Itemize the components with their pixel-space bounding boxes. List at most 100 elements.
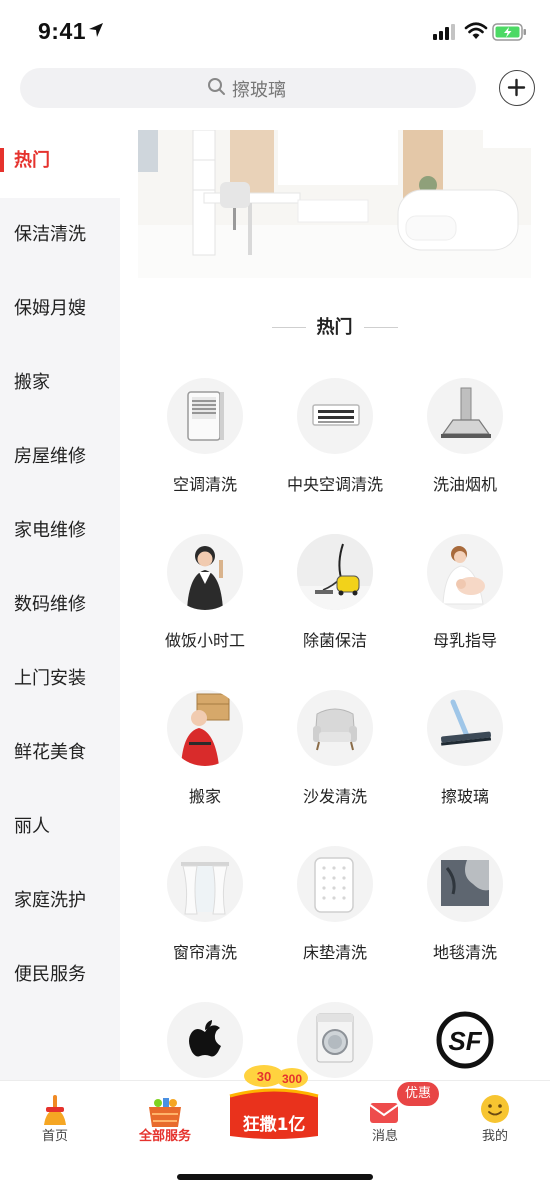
sidebar-item-label: 便民服务 (14, 964, 86, 985)
service-name: 沙发清洗 (302, 787, 367, 806)
service-cooking-helper[interactable]: 做饭小时工 (140, 534, 270, 664)
sidebar-item-appliance-repair[interactable]: 家电维修 (0, 494, 120, 568)
status-bar: 9:41 (0, 0, 550, 64)
sidebar-item-label: 丽人 (14, 816, 50, 837)
tab-all-services[interactable]: 全部服务 (110, 1081, 220, 1161)
offer-badge: 优惠 (397, 1082, 439, 1106)
search-bar[interactable]: 擦玻璃 (20, 68, 476, 108)
tab-label: 全部服务 (138, 1129, 191, 1144)
sidebar-item-house-repair[interactable]: 房屋维修 (0, 420, 120, 494)
promo-amount-30: 30 (257, 1069, 271, 1084)
service-window-cleaning[interactable]: 擦玻璃 (400, 690, 530, 820)
category-sidebar: 热门 保洁清洗 保姆月嫂 搬家 房屋维修 家电维修 数码维修 上门安装 鲜花美食… (0, 124, 120, 1080)
service-carpet-cleaning[interactable]: 地毯清洗 (400, 846, 530, 976)
service-curtain-cleaning[interactable]: 窗帘清洗 (140, 846, 270, 976)
service-breastfeeding-guidance[interactable]: 母乳指导 (400, 534, 530, 664)
section-title-text: 热门 (316, 317, 353, 338)
sidebar-item-label: 房屋维修 (14, 446, 86, 467)
service-name: 窗帘清洗 (172, 943, 237, 962)
tab-label: 我的 (481, 1129, 508, 1144)
service-icon-wrap (167, 690, 243, 766)
sidebar-item-label: 保姆月嫂 (14, 298, 86, 319)
service-icon-wrap (167, 378, 243, 454)
service-icon-wrap (297, 846, 373, 922)
mover-icon (181, 693, 230, 766)
plus-icon (507, 78, 526, 97)
service-icon-wrap (427, 846, 503, 922)
service-name: 床垫清洗 (302, 943, 367, 962)
sidebar-item-label: 家电维修 (14, 520, 86, 541)
tab-label: 消息 (371, 1129, 398, 1144)
sidebar-item-convenience[interactable]: 便民服务 (0, 938, 120, 1012)
service-moving[interactable]: 搬家 (140, 690, 270, 820)
squeegee-icon (441, 699, 492, 746)
section-title: 热门 (138, 314, 531, 342)
sidebar-item-label: 上门安装 (14, 668, 86, 689)
sidebar-item-label: 家庭洗护 (14, 890, 86, 911)
tab-label: 首页 (41, 1129, 68, 1144)
mattress-icon (314, 857, 354, 913)
sidebar-item-label: 搬家 (14, 372, 50, 393)
service-icon-wrap (297, 690, 373, 766)
location-arrow-icon (89, 23, 103, 37)
service-name: 地毯清洗 (432, 943, 497, 962)
service-icon-wrap (427, 534, 503, 610)
service-icon-wrap (297, 378, 373, 454)
sidebar-item-beauty[interactable]: 丽人 (0, 790, 120, 864)
tab-home[interactable]: 首页 (0, 1081, 110, 1161)
sidebar-item-label: 鲜花美食 (14, 742, 86, 763)
promo-button[interactable]: 30 300 狂撒1亿 (226, 1062, 322, 1142)
service-name: 擦玻璃 (440, 787, 489, 806)
living-room-image (138, 130, 531, 278)
home-indicator (177, 1174, 373, 1180)
sidebar-item-laundry[interactable]: 家庭洗护 (0, 864, 120, 938)
service-name: 除菌保洁 (302, 631, 367, 650)
curtain-icon (181, 862, 229, 915)
service-name: 中央空调清洗 (286, 475, 383, 494)
service-name: 空调清洗 (172, 475, 237, 494)
service-name: 洗油烟机 (432, 475, 497, 494)
sidebar-item-digital-repair[interactable]: 数码维修 (0, 568, 120, 642)
title-divider-right (364, 327, 398, 328)
promo-label: 狂撒1亿 (242, 1115, 306, 1135)
carpet-icon (441, 860, 489, 906)
service-central-ac-cleaning[interactable]: 中央空调清洗 (270, 378, 400, 508)
cook-worker-icon (187, 546, 223, 610)
promo-amount-300: 300 (282, 1072, 302, 1086)
sidebar-item-cleaning[interactable]: 保洁清洗 (0, 198, 120, 272)
wifi-icon (464, 22, 488, 39)
service-range-hood-cleaning[interactable]: 洗油烟机 (400, 378, 530, 508)
search-placeholder: 擦玻璃 (232, 80, 286, 101)
add-button[interactable] (499, 70, 535, 106)
search-icon (208, 78, 225, 95)
sidebar-item-label: 热门 (14, 150, 50, 171)
service-mattress-cleaning[interactable]: 床垫清洗 (270, 846, 400, 976)
central-ac-icon (312, 404, 360, 426)
service-name: 做饭小时工 (164, 631, 245, 650)
sidebar-item-label: 数码维修 (14, 594, 86, 615)
service-icon-wrap (427, 690, 503, 766)
service-air-conditioner-cleaning[interactable]: 空调清洗 (140, 378, 270, 508)
mother-baby-icon (442, 546, 485, 605)
sidebar-item-nanny[interactable]: 保姆月嫂 (0, 272, 120, 346)
promo-banner[interactable] (138, 130, 531, 278)
sidebar-item-installation[interactable]: 上门安装 (0, 642, 120, 716)
service-sanitizing-cleaning[interactable]: 除菌保洁 (270, 534, 400, 664)
sidebar-item-hot[interactable]: 热门 (0, 124, 120, 198)
service-icon-wrap (427, 378, 503, 454)
battery-icon (492, 23, 526, 41)
service-sofa-cleaning[interactable]: 沙发清洗 (270, 690, 400, 820)
sf-express-icon: SF (436, 1011, 494, 1069)
tab-profile[interactable]: 我的 (440, 1081, 550, 1161)
active-indicator (0, 148, 4, 172)
svg-text:SF: SF (448, 1026, 482, 1056)
service-icon-wrap: SF (427, 1002, 503, 1078)
sidebar-item-flowers-food[interactable]: 鲜花美食 (0, 716, 120, 790)
air-conditioner-icon (187, 391, 224, 441)
service-icon-wrap (167, 846, 243, 922)
service-name: 搬家 (188, 787, 221, 806)
service-name: 母乳指导 (432, 631, 497, 650)
steam-cleaner-icon (297, 534, 373, 610)
service-icon-wrap (297, 534, 373, 610)
sidebar-item-moving[interactable]: 搬家 (0, 346, 120, 420)
